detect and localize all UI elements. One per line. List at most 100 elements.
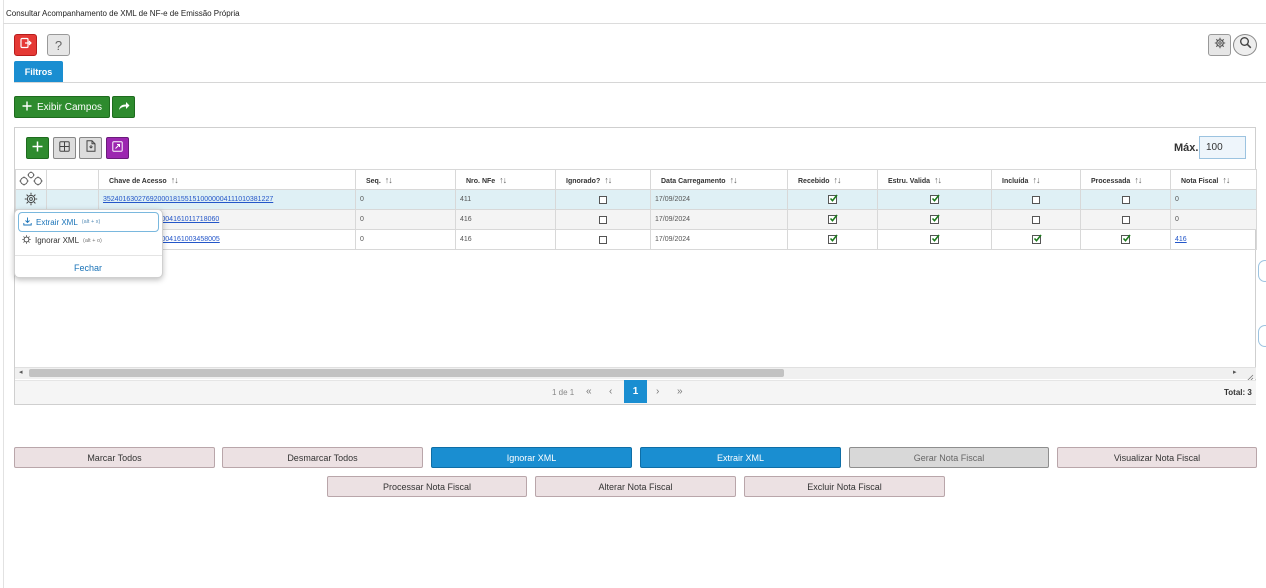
ignorado-cell [555,209,651,230]
gear-icon[interactable] [24,192,38,208]
sort-icon[interactable]: ↑↓ [1222,175,1230,185]
title-divider [3,23,1266,24]
column-header-nota[interactable]: Nota Fiscal ↑↓ [1170,169,1257,190]
next-page-icon[interactable]: › [656,386,659,397]
menu-item-label: Extrair XML [36,217,78,227]
expand-button[interactable] [106,137,129,159]
menu-item-ignorar-xml[interactable]: Ignorar XML (alt + o) [22,235,102,246]
first-page-icon[interactable]: « [586,386,592,397]
table-row[interactable]: 2001815515100000041610117180​60041617/09… [15,209,1257,230]
table-header-row: Chave de Acesso ↑↓ Seq. ↑↓ Nro. NFe ↑↓ Igno… [15,169,1257,190]
data-cell: 17/09/2024 [650,229,788,250]
gerar-nota-fiscal-button[interactable]: Gerar Nota Fiscal [849,447,1049,468]
empty-cell [1171,310,1257,330]
select-cell[interactable] [46,189,99,210]
scrollbar-thumb[interactable] [29,369,784,377]
sort-icon[interactable]: ↑↓ [1134,175,1142,185]
column-header-chave[interactable]: Chave de Acesso ↑↓ [98,169,356,190]
settings-button[interactable] [1208,34,1231,56]
extrair-xml-button[interactable]: Extrair XML [640,447,841,468]
sort-icon[interactable]: ↑↓ [1032,175,1040,185]
row-actions-cell[interactable] [15,189,47,210]
empty-row [16,330,1257,350]
column-header-estru[interactable]: Estru. Valida ↑↓ [877,169,992,190]
gear-icon [1214,36,1226,54]
scroll-left-icon[interactable]: ◂ [19,368,23,376]
export-file-button[interactable] [79,137,102,159]
desmarcar-todos-button[interactable]: Desmarcar Todos [222,447,423,468]
current-page-button[interactable]: 1 [624,380,647,403]
total-count: Total: 3 [1224,388,1252,397]
alterar-nota-fiscal-button[interactable]: Alterar Nota Fiscal [535,476,736,497]
empty-cell [99,310,356,330]
empty-cell [356,250,456,270]
side-scroll-button[interactable] [1258,260,1266,282]
exibir-campos-button[interactable]: Exibir Campos [14,96,110,118]
empty-cell [556,330,651,350]
prev-page-icon[interactable]: ‹ [609,386,612,397]
data-cell: 17/09/2024 [650,189,788,210]
checked-checkbox [828,234,838,244]
empty-cell [1081,250,1171,270]
help-button[interactable]: ? [47,34,70,56]
empty-cell [992,250,1081,270]
empty-cell [1171,290,1257,310]
empty-row [16,250,1257,270]
chave-link[interactable]: 3524016302769200018155151000000411101038… [103,196,273,203]
sort-icon[interactable]: ↑↓ [604,175,612,185]
sort-icon[interactable]: ↑↓ [730,175,738,185]
sort-icon[interactable]: ↑↓ [499,175,507,185]
checked-checkbox [930,214,940,224]
recebido-cell [787,189,878,210]
menu-item-extrair-xml[interactable]: Extrair XML (alt + x) [18,212,159,232]
add-record-button[interactable] [26,137,49,159]
scroll-right-icon[interactable]: ▸ [1233,368,1237,376]
empty-cell [16,330,47,350]
table-row[interactable]: 2001815509200000041610034580​05041617/09… [15,229,1257,250]
nota-link[interactable]: 416 [1175,236,1187,243]
max-label: Máx. [1174,142,1199,154]
sort-icon[interactable]: ↑↓ [171,175,179,185]
excluir-nota-fiscal-button[interactable]: Excluir Nota Fiscal [744,476,945,497]
sort-icon[interactable]: ↑↓ [834,175,842,185]
empty-cell [788,310,878,330]
results-table: Chave de Acesso ↑↓ Seq. ↑↓ Nro. NFe ↑↓ Igno… [15,169,1257,350]
visualizar-nota-fiscal-button[interactable]: Visualizar Nota Fiscal [1057,447,1257,468]
column-header-processada[interactable]: Processada ↑↓ [1080,169,1171,190]
column-header-incluida[interactable]: Incluída ↑↓ [991,169,1081,190]
nfe-cell: 416 [455,229,556,250]
empty-cell [556,290,651,310]
processar-nota-fiscal-button[interactable]: Processar Nota Fiscal [327,476,527,497]
side-scroll-button[interactable] [1258,325,1266,347]
sort-icon[interactable]: ↑↓ [385,175,393,185]
max-records-input[interactable] [1199,136,1246,159]
column-header-data[interactable]: Data Carregamento ↑↓ [650,169,788,190]
empty-cell [788,270,878,290]
column-header-seq[interactable]: Seq. ↑↓ [355,169,456,190]
empty-row [16,310,1257,330]
sort-icon[interactable]: ↑↓ [934,175,942,185]
empty-cell [556,250,651,270]
nota-cell: 416 [1170,229,1257,250]
tab-filtros[interactable]: Filtros [14,61,63,82]
processada-cell [1080,209,1171,230]
search-button[interactable] [1233,34,1257,56]
column-settings-header[interactable] [15,169,47,190]
share-button[interactable] [112,96,135,118]
last-page-icon[interactable]: » [677,386,683,397]
search-icon [1239,36,1252,54]
column-header-recebido[interactable]: Recebido ↑↓ [787,169,878,190]
chave-cell: 3524016302769200018155151000000411101038… [98,189,356,210]
menu-close-button[interactable]: Fechar [74,263,102,273]
ignorar-xml-button[interactable]: Ignorar XML [431,447,632,468]
column-header-ignorado[interactable]: Ignorado? ↑↓ [555,169,651,190]
menu-divider [15,255,162,256]
marcar-todos-button[interactable]: Marcar Todos [14,447,215,468]
column-header-nfe[interactable]: Nro. NFe ↑↓ [455,169,556,190]
empty-cell [1171,330,1257,350]
exit-button[interactable] [14,34,37,56]
table-row[interactable]: 3524016302769200018155151000000411101038… [15,189,1257,210]
empty-cell [788,290,878,310]
seq-cell: 0 [355,229,456,250]
grid-layout-button[interactable] [53,137,76,159]
